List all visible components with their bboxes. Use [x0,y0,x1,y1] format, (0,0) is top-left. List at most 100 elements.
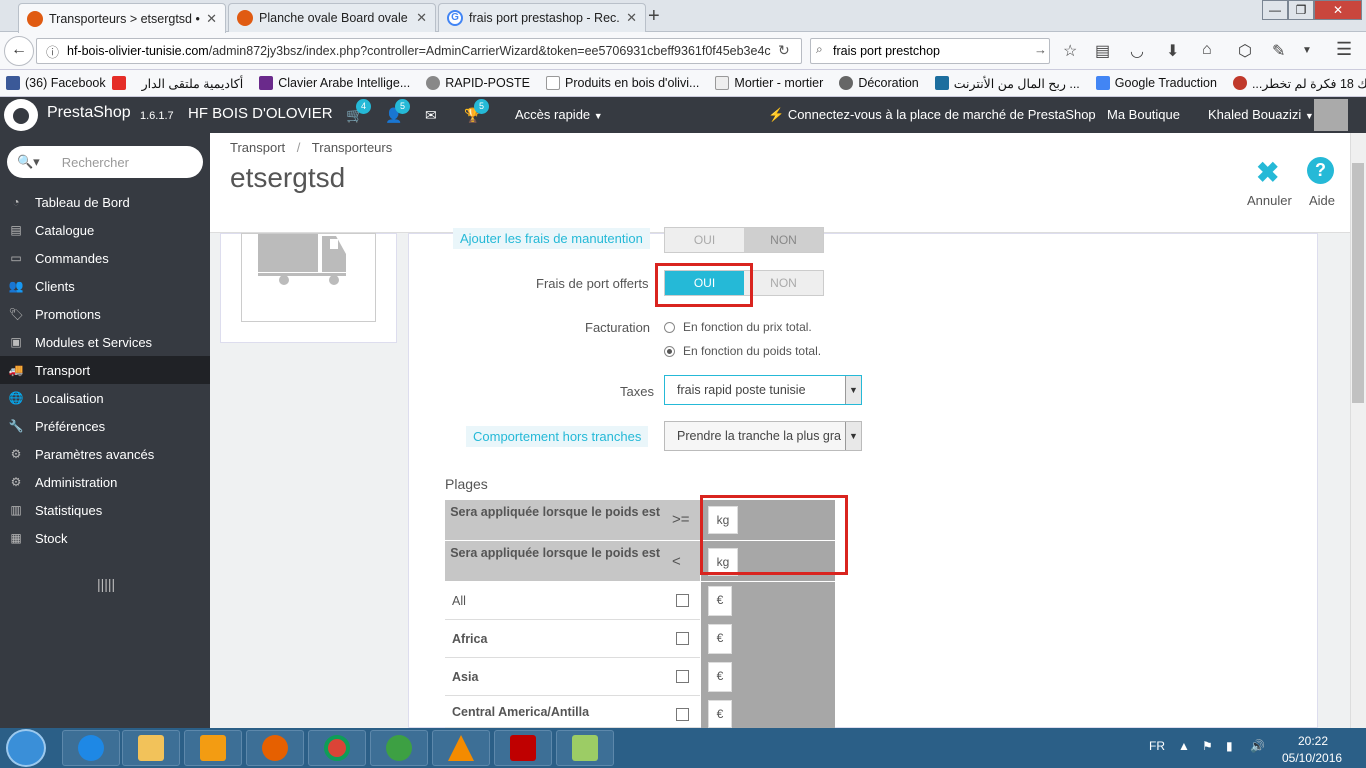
cart-icon[interactable]: 🛒 4 [346,99,371,124]
close-tab-icon[interactable]: ✕ [626,10,637,26]
zone-price-input[interactable]: € [708,662,732,692]
clock-time[interactable]: 20:22 [1298,734,1328,748]
sidebar-item-statistiques[interactable]: ▥ Statistiques [0,496,210,524]
taskbar-chrome[interactable] [308,730,366,766]
carrier-logo-box[interactable] [241,233,376,322]
sidebar-item-transport[interactable]: 🚚 Transport [0,356,210,384]
bookmark-star-icon[interactable]: ☆ [1063,41,1077,61]
search-go-icon[interactable]: → [1034,42,1047,57]
bookmark-arabic-ideas[interactable]: ...إليك 18 فكرة لم تخطر [1232,76,1366,91]
free-shipping-no[interactable]: NON [744,271,823,295]
sidebar-item-stock[interactable]: ▦ Stock [0,524,210,552]
zone-checkbox[interactable] [676,708,689,721]
zone-checkbox[interactable] [676,670,689,683]
show-hidden-icons-icon[interactable]: ▲ [1178,739,1190,753]
home-icon[interactable]: ⌂ [1202,41,1212,59]
zone-price-input[interactable]: € [708,586,732,616]
dropdown-icon[interactable]: ▼ [1302,45,1312,56]
handling-yes[interactable]: OUI [665,228,744,252]
start-button[interactable] [6,729,46,767]
taskbar-explorer[interactable] [122,730,180,766]
taskbar-idm[interactable] [370,730,428,766]
maximize-icon[interactable]: ❐ [1288,0,1314,20]
taskbar-ie[interactable] [62,730,120,766]
bookmark-clavier[interactable]: Clavier Arabe Intellige... [259,76,410,90]
minimize-icon[interactable]: — [1262,0,1288,20]
browser-tab[interactable]: Planche ovale Board ovale ... ✕ [228,3,436,32]
sidebar-item-modules[interactable]: ▣ Modules et Services [0,328,210,356]
volume-icon[interactable]: 🔊 [1250,739,1265,753]
quick-access-dropdown[interactable]: Accès rapide ▼ [515,107,603,122]
envelope-icon[interactable]: ✉ [425,107,437,124]
info-icon[interactable]: ⓘ [46,42,59,61]
sidebar-item-commandes[interactable]: ▭ Commandes [0,244,210,272]
billing-option-price[interactable]: En fonction du prix total. [664,320,812,334]
url-bar[interactable]: hf-bois-olivier-tunisie.com/admin872jy3b… [36,38,802,64]
pocket-icon[interactable]: ◡ [1130,41,1144,61]
close-tab-icon[interactable]: ✕ [416,10,427,26]
extension-icon[interactable]: ⬡ [1238,41,1252,61]
language-indicator[interactable]: FR [1149,739,1165,753]
billing-option-weight[interactable]: En fonction du poids total. [664,344,821,358]
taskbar-notepad[interactable] [556,730,614,766]
sidebar-item-localisation[interactable]: 🌐 Localisation [0,384,210,412]
handling-no[interactable]: NON [744,228,823,252]
browser-tab[interactable]: G frais port prestashop - Rec... ✕ [438,3,646,32]
trophy-icon[interactable]: 🏆 5 [464,99,489,124]
help-button[interactable]: Aide [1309,193,1335,208]
bookmark-produits[interactable]: Produits en bois d'olivi... [546,76,699,90]
close-window-icon[interactable]: ✕ [1314,0,1362,20]
new-tab-icon[interactable]: + [648,5,660,28]
download-icon[interactable]: ⬇ [1166,41,1179,61]
reload-icon[interactable]: ↻ [778,42,790,59]
marketplace-link[interactable]: ⚡ Connectez-vous à la place de marché de… [768,107,1096,123]
search-input[interactable]: frais port prestchop [810,38,1050,64]
handling-toggle[interactable]: OUI NON [664,227,824,253]
close-tab-icon[interactable]: ✕ [206,11,217,27]
browser-tab-active[interactable]: Transporteurs > etsergtsd •... ✕ [18,3,226,33]
breadcrumb-item[interactable]: Transporteurs [312,140,392,155]
sidebar-search-input[interactable]: 🔍▾ Rechercher [7,146,203,178]
sidebar-item-promotions[interactable]: 🏷 Promotions [0,300,210,328]
radio-button[interactable] [664,321,675,333]
reading-list-icon[interactable]: ▤ [1095,41,1110,61]
sidebar-item-dashboard[interactable]: ◔ Tableau de Bord [0,188,210,216]
sidebar-collapse-icon[interactable]: ||||| [97,576,115,592]
sidebar-item-administration[interactable]: ⚙ Administration [0,468,210,496]
scrollbar-thumb[interactable] [1352,163,1364,403]
customer-icon[interactable]: 👤 5 [385,99,410,124]
bookmark-mortier[interactable]: Mortier - mortier [715,76,823,90]
back-icon[interactable]: ← [4,36,34,66]
taskbar-media[interactable] [184,730,242,766]
battery-icon[interactable]: ▮ [1226,739,1233,753]
taskbar-firefox[interactable] [246,730,304,766]
my-shop-link[interactable]: Ma Boutique [1107,107,1180,122]
shop-name[interactable]: HF BOIS D'OLOVIER [188,105,333,122]
zone-checkbox[interactable] [676,632,689,645]
sidebar-item-preferences[interactable]: 🔧 Préférences [0,412,210,440]
bookmark-arabic-academy[interactable]: أكاديمية ملتقى الدار [142,76,244,91]
sidebar-item-advanced[interactable]: ⚙ Paramètres avancés [0,440,210,468]
user-menu[interactable]: Khaled Bouazizi ▼ [1208,107,1314,122]
taskbar-filezilla[interactable] [494,730,552,766]
cancel-button[interactable]: Annuler [1247,193,1292,208]
radio-button-selected[interactable] [664,345,675,357]
avatar[interactable] [1314,99,1348,131]
network-error-icon[interactable]: ⚑ [1202,739,1213,753]
hamburger-menu-icon[interactable]: ☰ [1336,39,1352,60]
close-icon[interactable]: ✖ [1256,156,1279,189]
bookmark-decoration[interactable]: Décoration [839,76,919,90]
zone-checkbox[interactable] [676,594,689,607]
bookmark-google-translate[interactable]: Google Traduction [1095,76,1217,90]
bookmark-facebook[interactable]: (36) Facebook [6,76,126,90]
zone-price-input[interactable]: € [708,700,732,728]
sidebar-item-clients[interactable]: 👥 Clients [0,272,210,300]
clock-date[interactable]: 05/10/2016 [1282,751,1342,765]
out-of-range-select[interactable]: Prendre la tranche la plus gra ▼ [664,421,862,451]
bookmark-arabic-money[interactable]: ربح المال من الأنترنت ... [934,76,1080,91]
bookmark-rapid-poste[interactable]: RAPID-POSTE [426,76,530,90]
breadcrumb-item[interactable]: Transport [230,140,285,155]
tools-icon[interactable]: ✎ [1272,41,1285,61]
sidebar-item-catalogue[interactable]: ▤ Catalogue [0,216,210,244]
help-icon[interactable]: ? [1307,157,1334,184]
